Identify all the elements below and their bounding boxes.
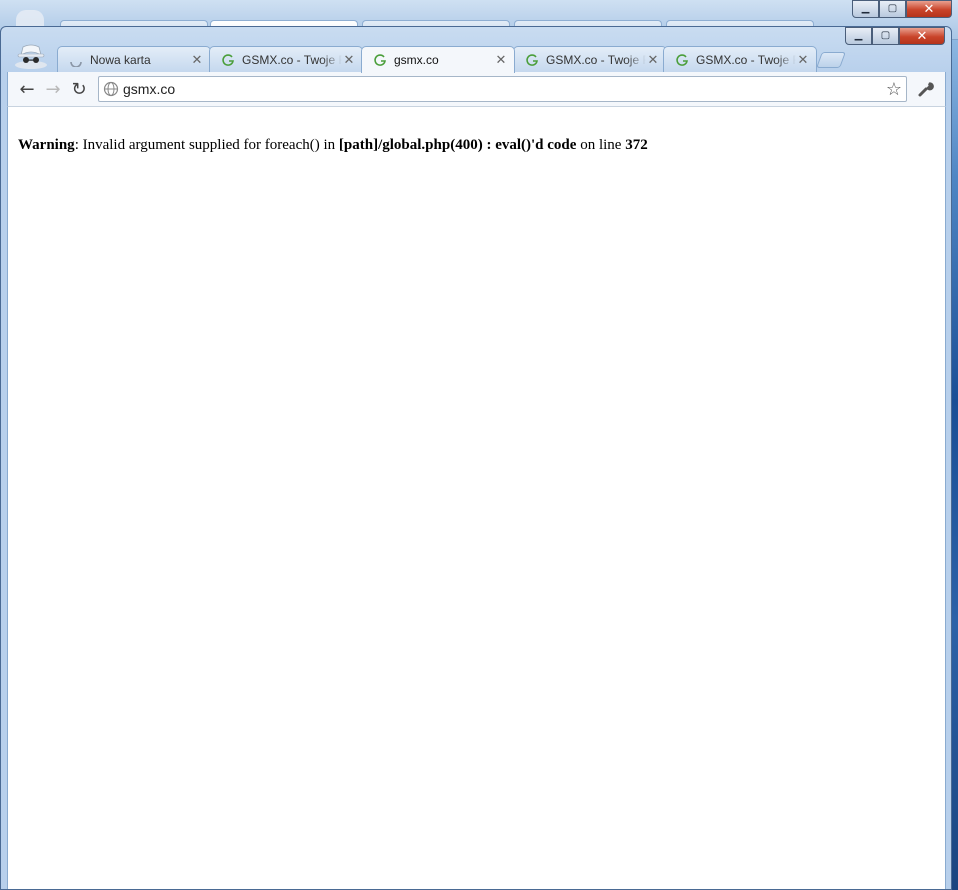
tab-close-icon[interactable]: ✕ xyxy=(796,52,810,68)
url-text[interactable]: gsmx.co xyxy=(123,81,886,97)
gsmx-favicon-icon xyxy=(372,52,388,68)
wrench-icon xyxy=(918,82,934,97)
new-tab-button[interactable] xyxy=(816,52,846,68)
address-bar[interactable]: gsmx.co ☆ xyxy=(98,76,907,102)
warning-text: on line xyxy=(576,137,626,153)
close-window-button[interactable]: ✕ xyxy=(906,0,952,18)
globe-icon xyxy=(103,81,119,97)
tab-close-icon[interactable]: ✕ xyxy=(190,52,204,68)
page-content: Warning: Invalid argument supplied for f… xyxy=(7,106,946,889)
minimize-button[interactable]: ▁ xyxy=(852,0,879,18)
tab-close-icon[interactable]: ✕ xyxy=(342,52,356,68)
bookmark-star-icon[interactable]: ☆ xyxy=(886,79,902,100)
warning-path: [path]/global.php(400) : eval()'d code xyxy=(338,137,577,153)
browser-window: ▁ ▢ ✕ Nowa karta ✕ GSMX.co - Twoje Forum… xyxy=(0,26,952,890)
tab-strip: Nowa karta ✕ GSMX.co - Twoje Forum ✕ gsm… xyxy=(57,46,877,73)
background-caption-buttons: ▁ ▢ ✕ xyxy=(852,0,952,18)
back-arrow-icon: ← xyxy=(19,78,35,100)
tab-close-icon[interactable]: ✕ xyxy=(494,52,508,68)
forward-arrow-icon: → xyxy=(45,78,61,100)
tab-title: Nowa karta xyxy=(90,52,151,67)
warning-label: Warning xyxy=(18,137,75,153)
reload-button[interactable]: ↻ xyxy=(66,76,92,102)
minimize-button[interactable]: ▁ xyxy=(845,27,872,45)
tab-close-icon[interactable]: ✕ xyxy=(646,52,660,68)
close-window-button[interactable]: ✕ xyxy=(899,27,945,45)
reload-icon: ↻ xyxy=(71,78,87,100)
tab-nowa-karta[interactable]: Nowa karta ✕ xyxy=(57,46,211,72)
forward-button[interactable]: → xyxy=(40,76,66,102)
incognito-icon xyxy=(15,44,47,69)
wrench-menu-button[interactable] xyxy=(913,76,939,102)
warning-text: : Invalid argument supplied for foreach(… xyxy=(74,137,339,153)
gsmx-favicon-icon xyxy=(524,52,540,68)
gsmx-favicon-icon xyxy=(674,52,690,68)
toolbar: ← → ↻ gsmx.co ☆ xyxy=(7,72,946,106)
tab-title: gsmx.co xyxy=(394,53,439,67)
tab-gsmx-forum[interactable]: GSMX.co - Twoje Forum ✕ xyxy=(513,46,667,72)
php-warning-message: Warning: Invalid argument supplied for f… xyxy=(18,137,648,154)
warning-line-number: 372 xyxy=(625,137,648,153)
tab-gsmx-active[interactable]: gsmx.co ✕ xyxy=(361,46,515,73)
tab-gsmx-forum[interactable]: GSMX.co - Twoje Forum ✕ xyxy=(663,46,817,72)
gsmx-favicon-icon xyxy=(220,52,236,68)
back-button[interactable]: ← xyxy=(14,76,40,102)
maximize-button[interactable]: ▢ xyxy=(872,27,899,45)
tab-title: GSMX.co - Twoje Forum xyxy=(242,52,342,67)
tab-title: GSMX.co - Twoje Forum xyxy=(546,52,646,67)
loading-spinner-icon xyxy=(68,52,84,68)
tab-gsmx-forum[interactable]: GSMX.co - Twoje Forum ✕ xyxy=(209,46,363,72)
tab-title: GSMX.co - Twoje Forum xyxy=(696,52,796,67)
caption-buttons: ▁ ▢ ✕ xyxy=(845,27,945,45)
maximize-button[interactable]: ▢ xyxy=(879,0,906,18)
